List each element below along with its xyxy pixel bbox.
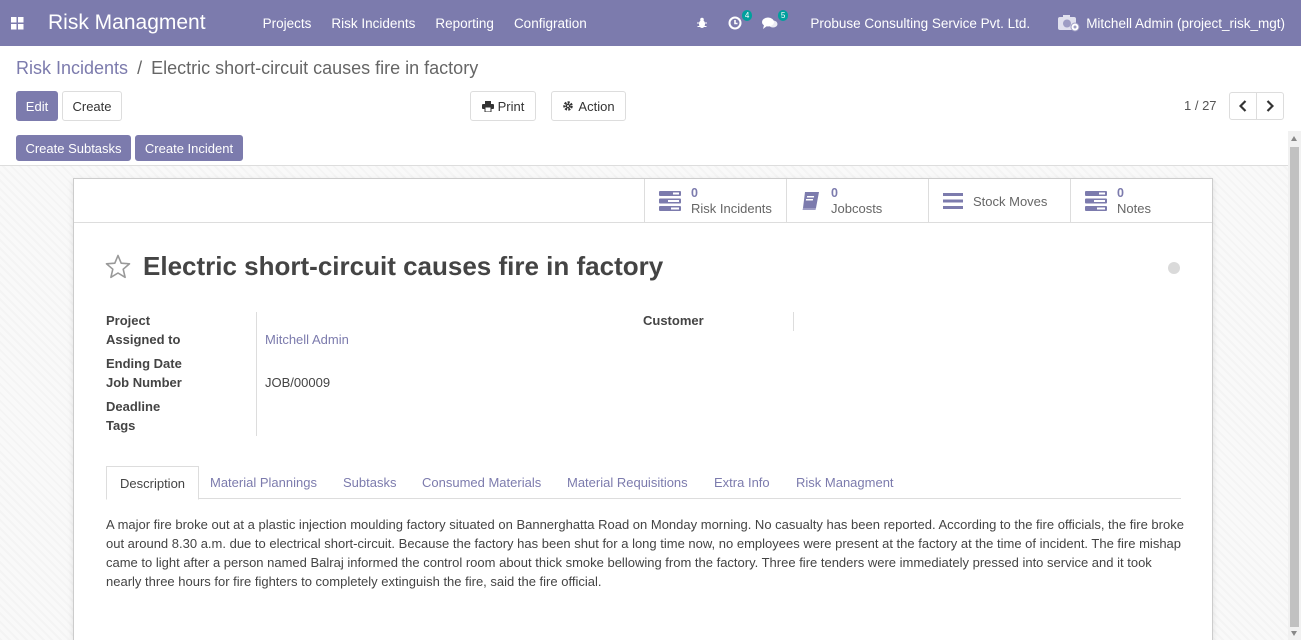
pager-next-button[interactable] xyxy=(1256,92,1284,120)
deadline-label: Deadline xyxy=(106,399,161,414)
print-button[interactable]: Print xyxy=(470,91,536,121)
print-icon xyxy=(481,100,494,112)
job-number-label: Job Number xyxy=(106,375,182,390)
tab-subtasks[interactable]: Subtasks xyxy=(330,466,409,499)
project-label: Project xyxy=(106,313,151,328)
gear-icon xyxy=(563,101,574,111)
assigned-to-label: Assigned to xyxy=(106,332,181,347)
edit-button[interactable]: Edit xyxy=(16,91,58,121)
scrollbar-thumb[interactable] xyxy=(1290,147,1299,627)
main-menu: Projects Risk Incidents Reporting Config… xyxy=(263,16,607,31)
tasks-icon xyxy=(1085,191,1107,211)
messages-count-badge: 5 xyxy=(777,10,789,21)
notes-smart-button[interactable]: 0 Notes xyxy=(1070,179,1213,223)
jobcosts-count: 0 xyxy=(831,186,838,200)
menu-reporting[interactable]: Reporting xyxy=(435,16,494,31)
tab-material-plannings[interactable]: Material Plannings xyxy=(197,466,330,499)
chevron-left-icon xyxy=(1239,100,1247,112)
risk-incidents-count: 0 xyxy=(691,186,698,200)
breadcrumb-current: Electric short-circuit causes fire in fa… xyxy=(151,58,479,78)
kanban-state-indicator[interactable] xyxy=(1168,262,1180,274)
smart-button-box: 0 Risk Incidents 0 Jobcosts Stock Moves … xyxy=(74,179,1212,223)
tab-material-requisitions[interactable]: Material Requisitions xyxy=(554,466,701,499)
activity-count-badge: 4 xyxy=(741,10,753,21)
create-subtasks-button[interactable]: Create Subtasks xyxy=(16,135,131,161)
record-title: Electric short-circuit causes fire in fa… xyxy=(143,251,664,281)
job-number-value: JOB/00009 xyxy=(265,375,331,390)
tab-risk-managment[interactable]: Risk Managment xyxy=(783,466,907,499)
list-icon xyxy=(943,193,963,209)
chevron-right-icon xyxy=(1266,100,1274,112)
risk-incidents-label: Risk Incidents xyxy=(691,201,772,216)
tags-label: Tags xyxy=(106,418,136,433)
scroll-down-arrow[interactable] xyxy=(1291,631,1297,636)
risk-incidents-smart-button[interactable]: 0 Risk Incidents xyxy=(644,179,787,223)
menu-risk-incidents[interactable]: Risk Incidents xyxy=(331,16,415,31)
form-sheet: 0 Risk Incidents 0 Jobcosts Stock Moves … xyxy=(73,178,1213,640)
create-incident-button[interactable]: Create Incident xyxy=(135,135,243,161)
top-navbar: Risk Managment Projects Risk Incidents R… xyxy=(0,0,1301,46)
ending-date-label: Ending Date xyxy=(106,356,182,371)
tab-description[interactable]: Description xyxy=(106,466,200,500)
company-switcher[interactable]: Probuse Consulting Service Pvt. Ltd. xyxy=(810,16,1030,31)
stock-moves-label: Stock Moves xyxy=(973,193,1048,209)
menu-projects[interactable]: Projects xyxy=(263,16,312,31)
activity-clock-icon[interactable]: 4 xyxy=(728,10,753,30)
vertical-scrollbar[interactable] xyxy=(1288,131,1301,640)
scroll-up-arrow[interactable] xyxy=(1291,136,1297,141)
systray: 4 5 Probuse Consulting Service Pvt. Ltd.… xyxy=(696,0,1285,46)
pager-previous-button[interactable] xyxy=(1229,92,1257,120)
avatar-icon xyxy=(1058,15,1080,32)
jobcosts-label: Jobcosts xyxy=(831,201,883,216)
field-group-divider xyxy=(256,312,257,436)
debug-bug-icon[interactable] xyxy=(696,17,708,29)
print-label: Print xyxy=(497,98,525,114)
breadcrumb-parent-link[interactable]: Risk Incidents xyxy=(16,58,128,78)
assigned-to-link[interactable]: Mitchell Admin xyxy=(265,332,349,347)
user-menu[interactable]: Mitchell Admin (project_risk_mgt) xyxy=(1058,14,1285,32)
tab-consumed-materials[interactable]: Consumed Materials xyxy=(409,466,554,499)
jobcosts-smart-button[interactable]: 0 Jobcosts xyxy=(786,179,929,223)
customer-label: Customer xyxy=(643,313,704,328)
user-name: Mitchell Admin (project_risk_mgt) xyxy=(1086,15,1285,31)
breadcrumb-separator: / xyxy=(137,58,143,78)
apps-menu-icon[interactable] xyxy=(0,0,34,46)
tab-extra-info[interactable]: Extra Info xyxy=(701,466,783,499)
app-title[interactable]: Risk Managment xyxy=(48,11,206,35)
tasks-icon xyxy=(659,191,681,211)
messages-chat-icon[interactable]: 5 xyxy=(762,10,789,30)
star-icon[interactable] xyxy=(105,254,131,279)
notebook-tabs: Description Material Plannings Subtasks … xyxy=(106,466,1181,500)
customer-divider xyxy=(793,312,794,331)
action-button[interactable]: Action xyxy=(551,91,626,121)
notes-label: Notes xyxy=(1117,201,1151,216)
stock-moves-smart-button[interactable]: Stock Moves xyxy=(928,179,1071,223)
action-label: Action xyxy=(578,98,615,114)
book-icon xyxy=(802,192,819,210)
title-row: Electric short-circuit causes fire in fa… xyxy=(105,251,663,282)
breadcrumb: Risk Incidents / Electric short-circuit … xyxy=(16,58,478,79)
menu-configuration[interactable]: Configration xyxy=(514,16,587,31)
pager-value[interactable]: 1 / 27 xyxy=(1184,98,1217,113)
notes-count: 0 xyxy=(1117,186,1124,200)
description-text[interactable]: A major fire broke out at a plastic inje… xyxy=(106,515,1184,591)
create-button[interactable]: Create xyxy=(62,91,122,121)
